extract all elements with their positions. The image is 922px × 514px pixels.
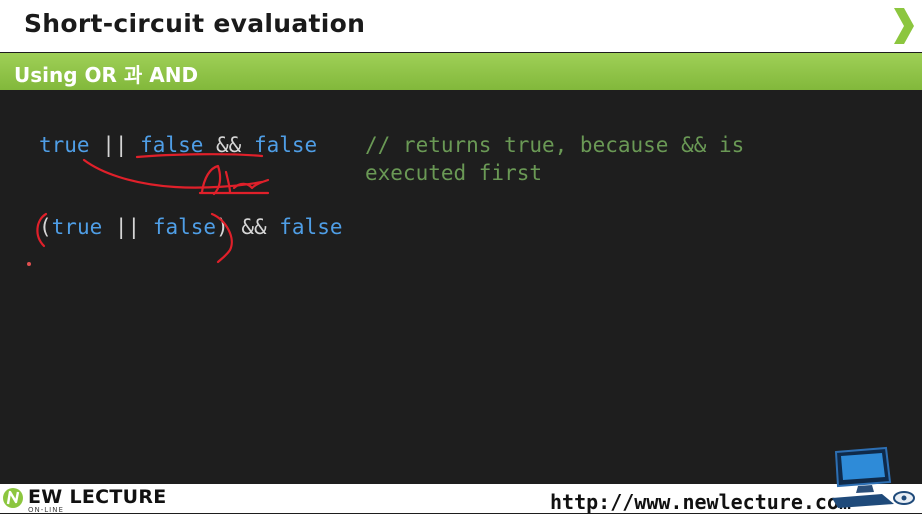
- computer-illustration-icon: [832, 446, 915, 508]
- scribble-stroke: [198, 164, 270, 196]
- footer-url[interactable]: http://www.newlecture.com: [550, 490, 851, 514]
- pen-annotation: [36, 153, 270, 264]
- logo-text: EW LECTURE: [28, 486, 167, 508]
- cursor-dot: [27, 262, 31, 266]
- underline-stroke: [135, 153, 264, 159]
- paren-close-stroke: [210, 212, 233, 264]
- newlecture-logo-icon: [3, 488, 23, 508]
- footer-bar: EW LECTURE ON-LINE http://www.newlecture…: [0, 484, 922, 514]
- paren-open-stroke: [36, 212, 48, 248]
- curve-stroke: [82, 158, 264, 189]
